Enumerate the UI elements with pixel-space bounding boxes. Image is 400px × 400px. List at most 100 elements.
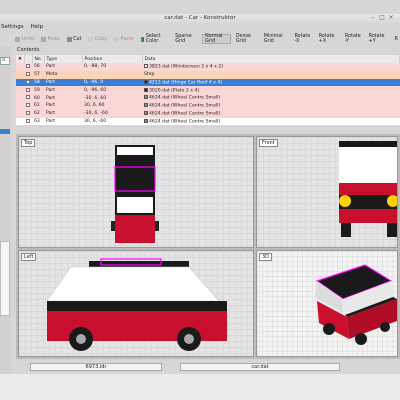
checkbox-icon[interactable] xyxy=(26,79,30,84)
checkbox-icon[interactable] xyxy=(26,118,30,123)
sidebar-panel xyxy=(0,241,10,316)
left-sidebar: d xyxy=(0,46,11,400)
toolbar: Undo Redo Cut Copy Paste Select Color Sp… xyxy=(0,32,400,46)
minimize-icon[interactable]: – xyxy=(370,15,376,21)
wheel-3d-a xyxy=(323,323,335,335)
row-visibility[interactable] xyxy=(16,63,24,71)
car-roof-front xyxy=(339,141,397,147)
row-visibility[interactable] xyxy=(16,86,24,95)
menu-settings[interactable]: Settings xyxy=(1,23,24,32)
table-row[interactable]: 57 Meta Step xyxy=(16,70,400,79)
row-checkbox[interactable] xyxy=(24,78,32,87)
checkbox-icon[interactable] xyxy=(26,64,30,69)
copy-button[interactable]: Copy xyxy=(86,34,109,44)
row-type: Part xyxy=(44,94,82,102)
3d-view[interactable]: 3D xyxy=(256,250,398,357)
column-header-type[interactable]: Type xyxy=(44,55,83,63)
row-visibility[interactable] xyxy=(16,101,24,110)
row-checkbox[interactable] xyxy=(24,94,32,102)
row-position xyxy=(82,70,142,79)
row-checkbox[interactable] xyxy=(24,70,32,79)
row-no: 60 xyxy=(32,94,44,102)
row-checkbox[interactable] xyxy=(24,63,32,71)
rotate-more-button[interactable]: R xyxy=(393,34,400,44)
3d-view-model xyxy=(315,264,397,345)
column-header-no[interactable]: No. xyxy=(32,55,45,63)
wheel-top-right xyxy=(155,221,159,231)
checkbox-icon[interactable] xyxy=(26,95,30,100)
menubar: Settings Help xyxy=(0,23,400,32)
rotate-neg-y-button[interactable]: Rotate -Y xyxy=(343,34,364,44)
normal-grid-button[interactable]: Normal Grid xyxy=(202,34,231,44)
rotate-neg-x-button[interactable]: Rotate -X xyxy=(293,34,314,44)
color-swatch-icon xyxy=(144,118,148,123)
close-icon[interactable]: × xyxy=(388,15,394,21)
select-color-button[interactable]: Select Color xyxy=(139,34,171,44)
wheel-3d-b xyxy=(355,333,367,345)
front-view[interactable]: Front xyxy=(256,136,398,248)
row-type: Part xyxy=(44,117,82,126)
bottom-area xyxy=(0,374,400,400)
row-checkbox[interactable] xyxy=(24,117,32,126)
row-position: 30, 6, 60 xyxy=(82,101,142,110)
row-position: -30, 6, -60 xyxy=(82,109,142,118)
palette-icon xyxy=(140,36,145,42)
menu-help[interactable]: Help xyxy=(31,23,44,32)
checkbox-icon[interactable] xyxy=(26,87,30,92)
row-checkbox[interactable] xyxy=(24,101,32,110)
checkbox-icon[interactable] xyxy=(26,110,30,115)
row-position: -30, 6, 60 xyxy=(82,94,142,102)
row-checkbox[interactable] xyxy=(24,86,32,95)
wheel-front-right xyxy=(387,223,397,237)
row-no: 63 xyxy=(32,117,44,126)
car-hood-top xyxy=(115,215,155,243)
row-data: 4624.dat (Wheel Centre Small) xyxy=(142,94,400,102)
table-row[interactable]: 60 Part -30, 6, 60 4624.dat (Wheel Centre S… xyxy=(16,94,400,102)
sidebar-selected-item[interactable]: d xyxy=(0,57,10,65)
row-visibility[interactable] xyxy=(16,78,24,87)
wheel-top-left xyxy=(111,221,115,231)
table-row[interactable]: 58 Part 0, -96, 0 4213.dat (Hinge Car Roof … xyxy=(16,78,400,87)
rotate-pos-y-button[interactable]: Rotate +Y xyxy=(367,34,390,44)
table-row[interactable]: 62 Part -30, 6, -60 4624.dat (Wheel Centre … xyxy=(16,109,400,118)
row-type: Part xyxy=(44,101,82,110)
table-row[interactable]: 59 Part 0, -96, 60 3020.dat (Plate 2 x 4) xyxy=(16,86,400,95)
column-header-data[interactable]: Data xyxy=(142,55,400,63)
row-visibility[interactable] xyxy=(16,117,24,126)
undo-button[interactable]: Undo xyxy=(13,34,36,44)
checkbox-icon[interactable] xyxy=(26,71,30,76)
status-file-right: car.dat xyxy=(180,363,340,371)
dense-grid-button[interactable]: Dense Grid xyxy=(234,34,259,44)
column-header-position[interactable]: Position xyxy=(82,55,143,63)
wheel-3d-c xyxy=(380,322,390,332)
beltline-left xyxy=(47,301,227,311)
table-row[interactable]: 63 Part 30, 6, -60 4624.dat (Wheel Centre S… xyxy=(16,117,400,126)
car-cabin-left xyxy=(46,266,220,302)
top-view[interactable]: Top xyxy=(18,136,254,248)
checkbox-icon[interactable] xyxy=(26,103,30,108)
row-data: 3823.dat (Windscreen 2 x 4 x 2) xyxy=(142,63,400,71)
minimal-grid-button[interactable]: Minimal Grid xyxy=(262,34,290,44)
undo-icon xyxy=(15,36,20,42)
redo-button[interactable]: Redo xyxy=(39,34,62,44)
table-row[interactable]: 61 Part 30, 6, 60 4624.dat (Wheel Centre Sm… xyxy=(16,101,400,110)
paste-button[interactable]: Paste xyxy=(112,34,135,44)
row-checkbox[interactable] xyxy=(24,109,32,118)
color-swatch-icon xyxy=(144,87,148,92)
3d-view-label: 3D xyxy=(259,253,273,261)
maximize-icon[interactable]: □ xyxy=(379,15,385,21)
row-visibility[interactable] xyxy=(16,94,24,102)
hub-left-front xyxy=(184,334,194,344)
paste-icon xyxy=(114,36,120,42)
row-type: Part xyxy=(44,78,82,87)
row-data: 3020.dat (Plate 2 x 4) xyxy=(142,86,400,95)
headlight-left xyxy=(339,195,351,207)
sparse-grid-button[interactable]: Sparse Grid xyxy=(173,34,199,44)
cut-button[interactable]: Cut xyxy=(65,34,84,44)
table-row[interactable]: 56 Part 0, -88, 70 3823.dat (Windscreen 2 x… xyxy=(16,63,400,71)
row-visibility[interactable] xyxy=(16,109,24,118)
row-visibility[interactable] xyxy=(16,70,24,79)
row-type: Part xyxy=(44,109,82,118)
rotate-pos-x-button[interactable]: Rotate +X xyxy=(317,34,340,44)
left-view[interactable]: Left xyxy=(18,250,254,357)
